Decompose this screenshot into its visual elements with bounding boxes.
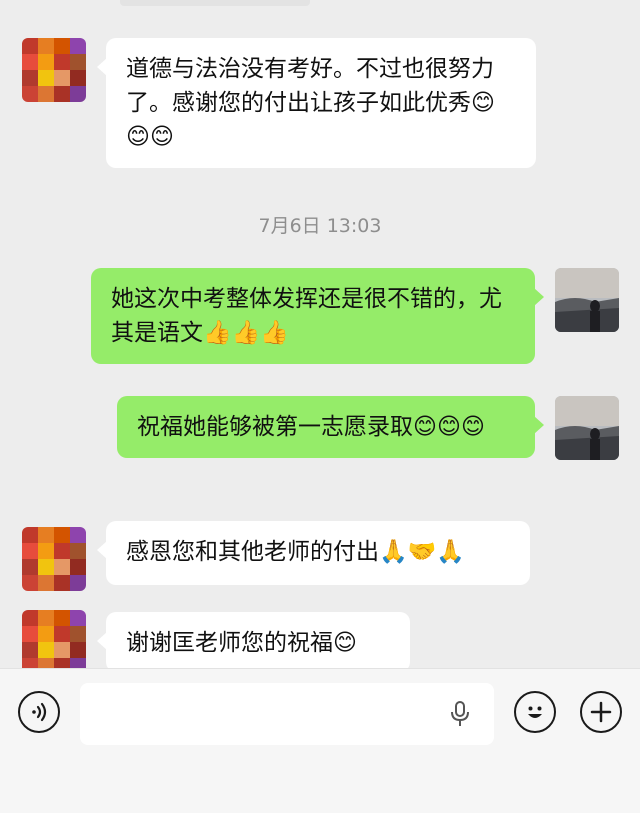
avatar-contact[interactable] bbox=[22, 38, 86, 102]
avatar-contact[interactable] bbox=[22, 527, 86, 591]
message-bubble-received[interactable]: 谢谢匡老师您的祝福😊 bbox=[97, 612, 410, 672]
emoji-icon[interactable] bbox=[514, 691, 556, 733]
message-input[interactable] bbox=[80, 683, 494, 745]
previous-message-remnant bbox=[120, 0, 310, 6]
timestamp: 7月6日 13:03 bbox=[258, 215, 382, 237]
message-bubble-received[interactable]: 感恩您和其他老师的付出🙏🤝🙏 bbox=[97, 521, 530, 585]
avatar-contact[interactable] bbox=[22, 610, 86, 674]
microphone-icon[interactable] bbox=[450, 701, 470, 731]
message-bubble-sent[interactable]: 她这次中考整体发挥还是很不错的，尤其是语文👍👍👍 bbox=[91, 268, 544, 364]
message-bubble-received[interactable]: 道德与法治没有考好。不过也很努力了。感谢您的付出让孩子如此优秀😊😊😊 bbox=[97, 38, 536, 168]
plus-icon[interactable] bbox=[580, 691, 622, 733]
avatar-self[interactable] bbox=[555, 268, 619, 332]
avatar-self[interactable] bbox=[555, 396, 619, 460]
message-bubble-sent[interactable]: 祝福她能够被第一志愿录取😊😊😊 bbox=[117, 396, 544, 458]
chat-input-bar bbox=[0, 668, 640, 813]
voice-icon[interactable] bbox=[18, 691, 60, 733]
